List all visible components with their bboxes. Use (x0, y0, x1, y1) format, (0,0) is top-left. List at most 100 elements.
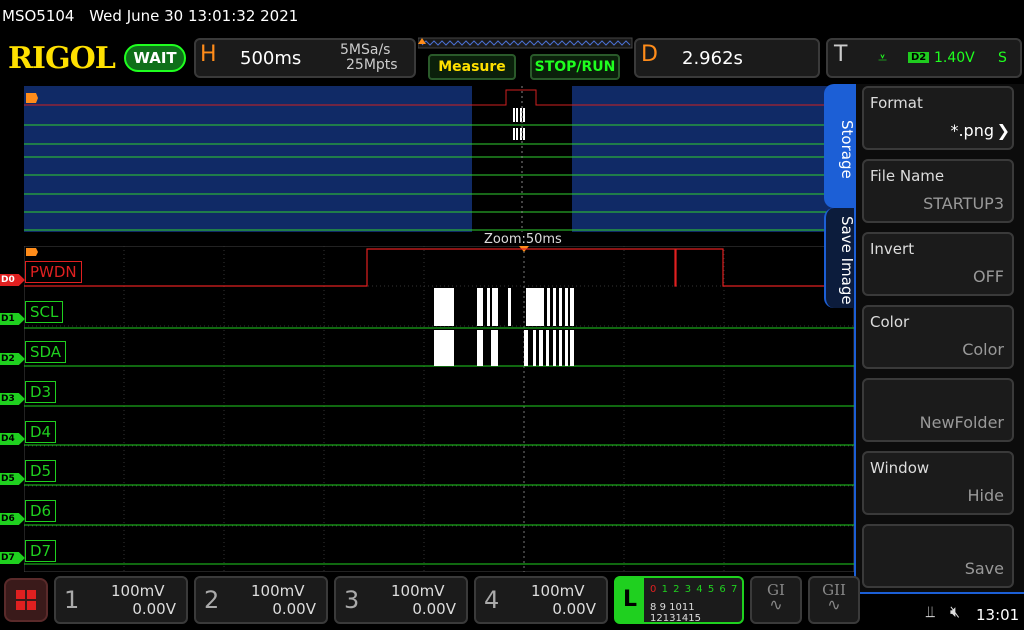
new-folder-label: NewFolder (919, 413, 1004, 432)
trigger-mode: S (998, 50, 1007, 66)
logic-analyzer-panel[interactable]: L 0 1 2 3 4 5 6 7 8 9 1011 12131415 (614, 576, 744, 624)
time-div[interactable]: 500ms (240, 48, 301, 69)
la-bit-8: 8 (650, 602, 657, 613)
ch2-offset: 0.00V (272, 600, 316, 618)
scl-label: SCL (25, 301, 64, 323)
ch1-scale: 100mV (111, 582, 165, 600)
ch2-scale: 100mV (251, 582, 305, 600)
run-status-badge[interactable]: WAIT (124, 44, 186, 72)
ch3-number: 3 (344, 586, 360, 614)
window-value: Hide (967, 486, 1004, 505)
generator-1-button[interactable]: GI ∿ (750, 576, 802, 624)
model-name: MSO5104 (2, 7, 75, 25)
save-menu-item[interactable]: Save (862, 524, 1014, 588)
la-bit-2: 2 (673, 584, 681, 595)
la-bit-11: 11 (681, 602, 695, 613)
speaker-muted-icon[interactable]: 🔇︎ (950, 602, 960, 622)
d4-label: D4 (25, 421, 57, 443)
quick-menu-button[interactable] (4, 578, 48, 622)
ch4-scale: 100mV (531, 582, 585, 600)
ch1-offset: 0.00V (132, 600, 176, 618)
save-label: Save (964, 559, 1004, 578)
measure-button[interactable]: Measure (428, 54, 516, 80)
d6-tag[interactable]: D6 (0, 513, 25, 525)
color-title: Color (870, 313, 910, 331)
d0-tag[interactable]: D0 (0, 274, 25, 286)
invert-value: OFF (973, 267, 1004, 286)
invert-menu-item[interactable]: Invert OFF (862, 232, 1014, 296)
grid-menu-icon (16, 590, 36, 610)
usb-icon: ⫫ (926, 602, 935, 621)
la-bit-12: 12 (650, 613, 663, 624)
ch1-number: 1 (64, 586, 80, 614)
sine-wave-icon: ∿ (827, 595, 841, 614)
file-name-menu-item[interactable]: File Name STARTUP3 (862, 159, 1014, 223)
d1-tag[interactable]: D1 (0, 313, 25, 325)
delay-value[interactable]: 2.962s (682, 48, 743, 69)
d3-tag[interactable]: D3 (0, 393, 25, 405)
la-bit-15: 15 (688, 613, 701, 624)
ch2-number: 2 (204, 586, 220, 614)
save-image-tab-label: Save Image (838, 216, 856, 305)
la-bit-5: 5 (707, 584, 716, 595)
la-bit-13: 13 (662, 613, 676, 624)
la-bit-4: 4 (696, 584, 704, 595)
ch3-offset: 0.00V (412, 600, 456, 618)
memory-position-bar (418, 37, 633, 49)
ch3-panel[interactable]: 3 100mV 0.00V (334, 576, 468, 624)
ch4-offset: 0.00V (552, 600, 596, 618)
la-bit-10: 10 (669, 602, 682, 613)
waveform-area[interactable] (24, 246, 854, 572)
datetime: Wed June 30 13:01:32 2021 (89, 7, 299, 25)
la-row-2: 8 9 1011 12131415 (650, 602, 742, 624)
ch4-panel[interactable]: 4 100mV 0.00V (474, 576, 608, 624)
sine-wave-icon: ∿ (769, 595, 783, 614)
format-menu-item[interactable]: Format *.png ❯ (862, 86, 1014, 150)
ch3-scale: 100mV (391, 582, 445, 600)
generator-2-button[interactable]: GII ∿ (808, 576, 860, 624)
zoom-label: Zoom:50ms (484, 232, 562, 247)
chevron-right-icon: ❯ (996, 121, 1010, 140)
delay-letter: D (641, 42, 658, 67)
la-bit-7: 7 (730, 584, 739, 595)
d7-label: D7 (25, 540, 57, 562)
format-title: Format (870, 94, 923, 112)
trigger-source: D2 (908, 52, 930, 63)
color-menu-item[interactable]: Color Color (862, 305, 1014, 369)
d3-label: D3 (25, 381, 57, 403)
la-bit-14: 14 (675, 613, 689, 624)
ch2-panel[interactable]: 2 100mV 0.00V (194, 576, 328, 624)
memory-depth: 25Mpts (346, 57, 398, 73)
overview-window[interactable] (24, 86, 854, 232)
invert-title: Invert (870, 240, 915, 258)
clock: 13:01 (976, 606, 1020, 624)
d6-label: D6 (25, 500, 57, 522)
d5-label: D5 (25, 460, 57, 482)
ch4-number: 4 (484, 586, 500, 614)
trigger-letter: T (834, 42, 848, 67)
d4-tag[interactable]: D4 (0, 433, 25, 445)
rigol-logo: RIGOL (8, 41, 116, 76)
ch1-panel[interactable]: 1 100mV 0.00V (54, 576, 188, 624)
la-bit-0: 0 (650, 584, 658, 595)
storage-tab-label: Storage (838, 120, 856, 179)
format-value: *.png (950, 121, 994, 140)
stop-run-button[interactable]: STOP/RUN (530, 54, 620, 80)
d5-tag[interactable]: D5 (0, 473, 25, 485)
sda-label: SDA (25, 341, 67, 363)
la-row-1: 0 1 2 3 4 5 6 7 (650, 584, 738, 595)
trigger-level: 1.40V (934, 50, 975, 66)
la-bit-3: 3 (684, 584, 693, 595)
window-title: Window (870, 459, 930, 477)
la-letter: L (616, 578, 644, 622)
pwdn-label: PWDN (25, 261, 82, 283)
la-bit-6: 6 (719, 584, 727, 595)
rising-edge-icon: ⩡ (878, 48, 888, 67)
d2-tag[interactable]: D2 (0, 353, 25, 365)
new-folder-menu-item[interactable]: NewFolder (862, 378, 1014, 442)
window-menu-item[interactable]: Window Hide (862, 451, 1014, 515)
color-value: Color (962, 340, 1004, 359)
d7-tag[interactable]: D7 (0, 552, 25, 564)
horizontal-letter: H (200, 42, 217, 67)
status-line: MSO5104 Wed June 30 13:01:32 2021 (0, 0, 1024, 32)
